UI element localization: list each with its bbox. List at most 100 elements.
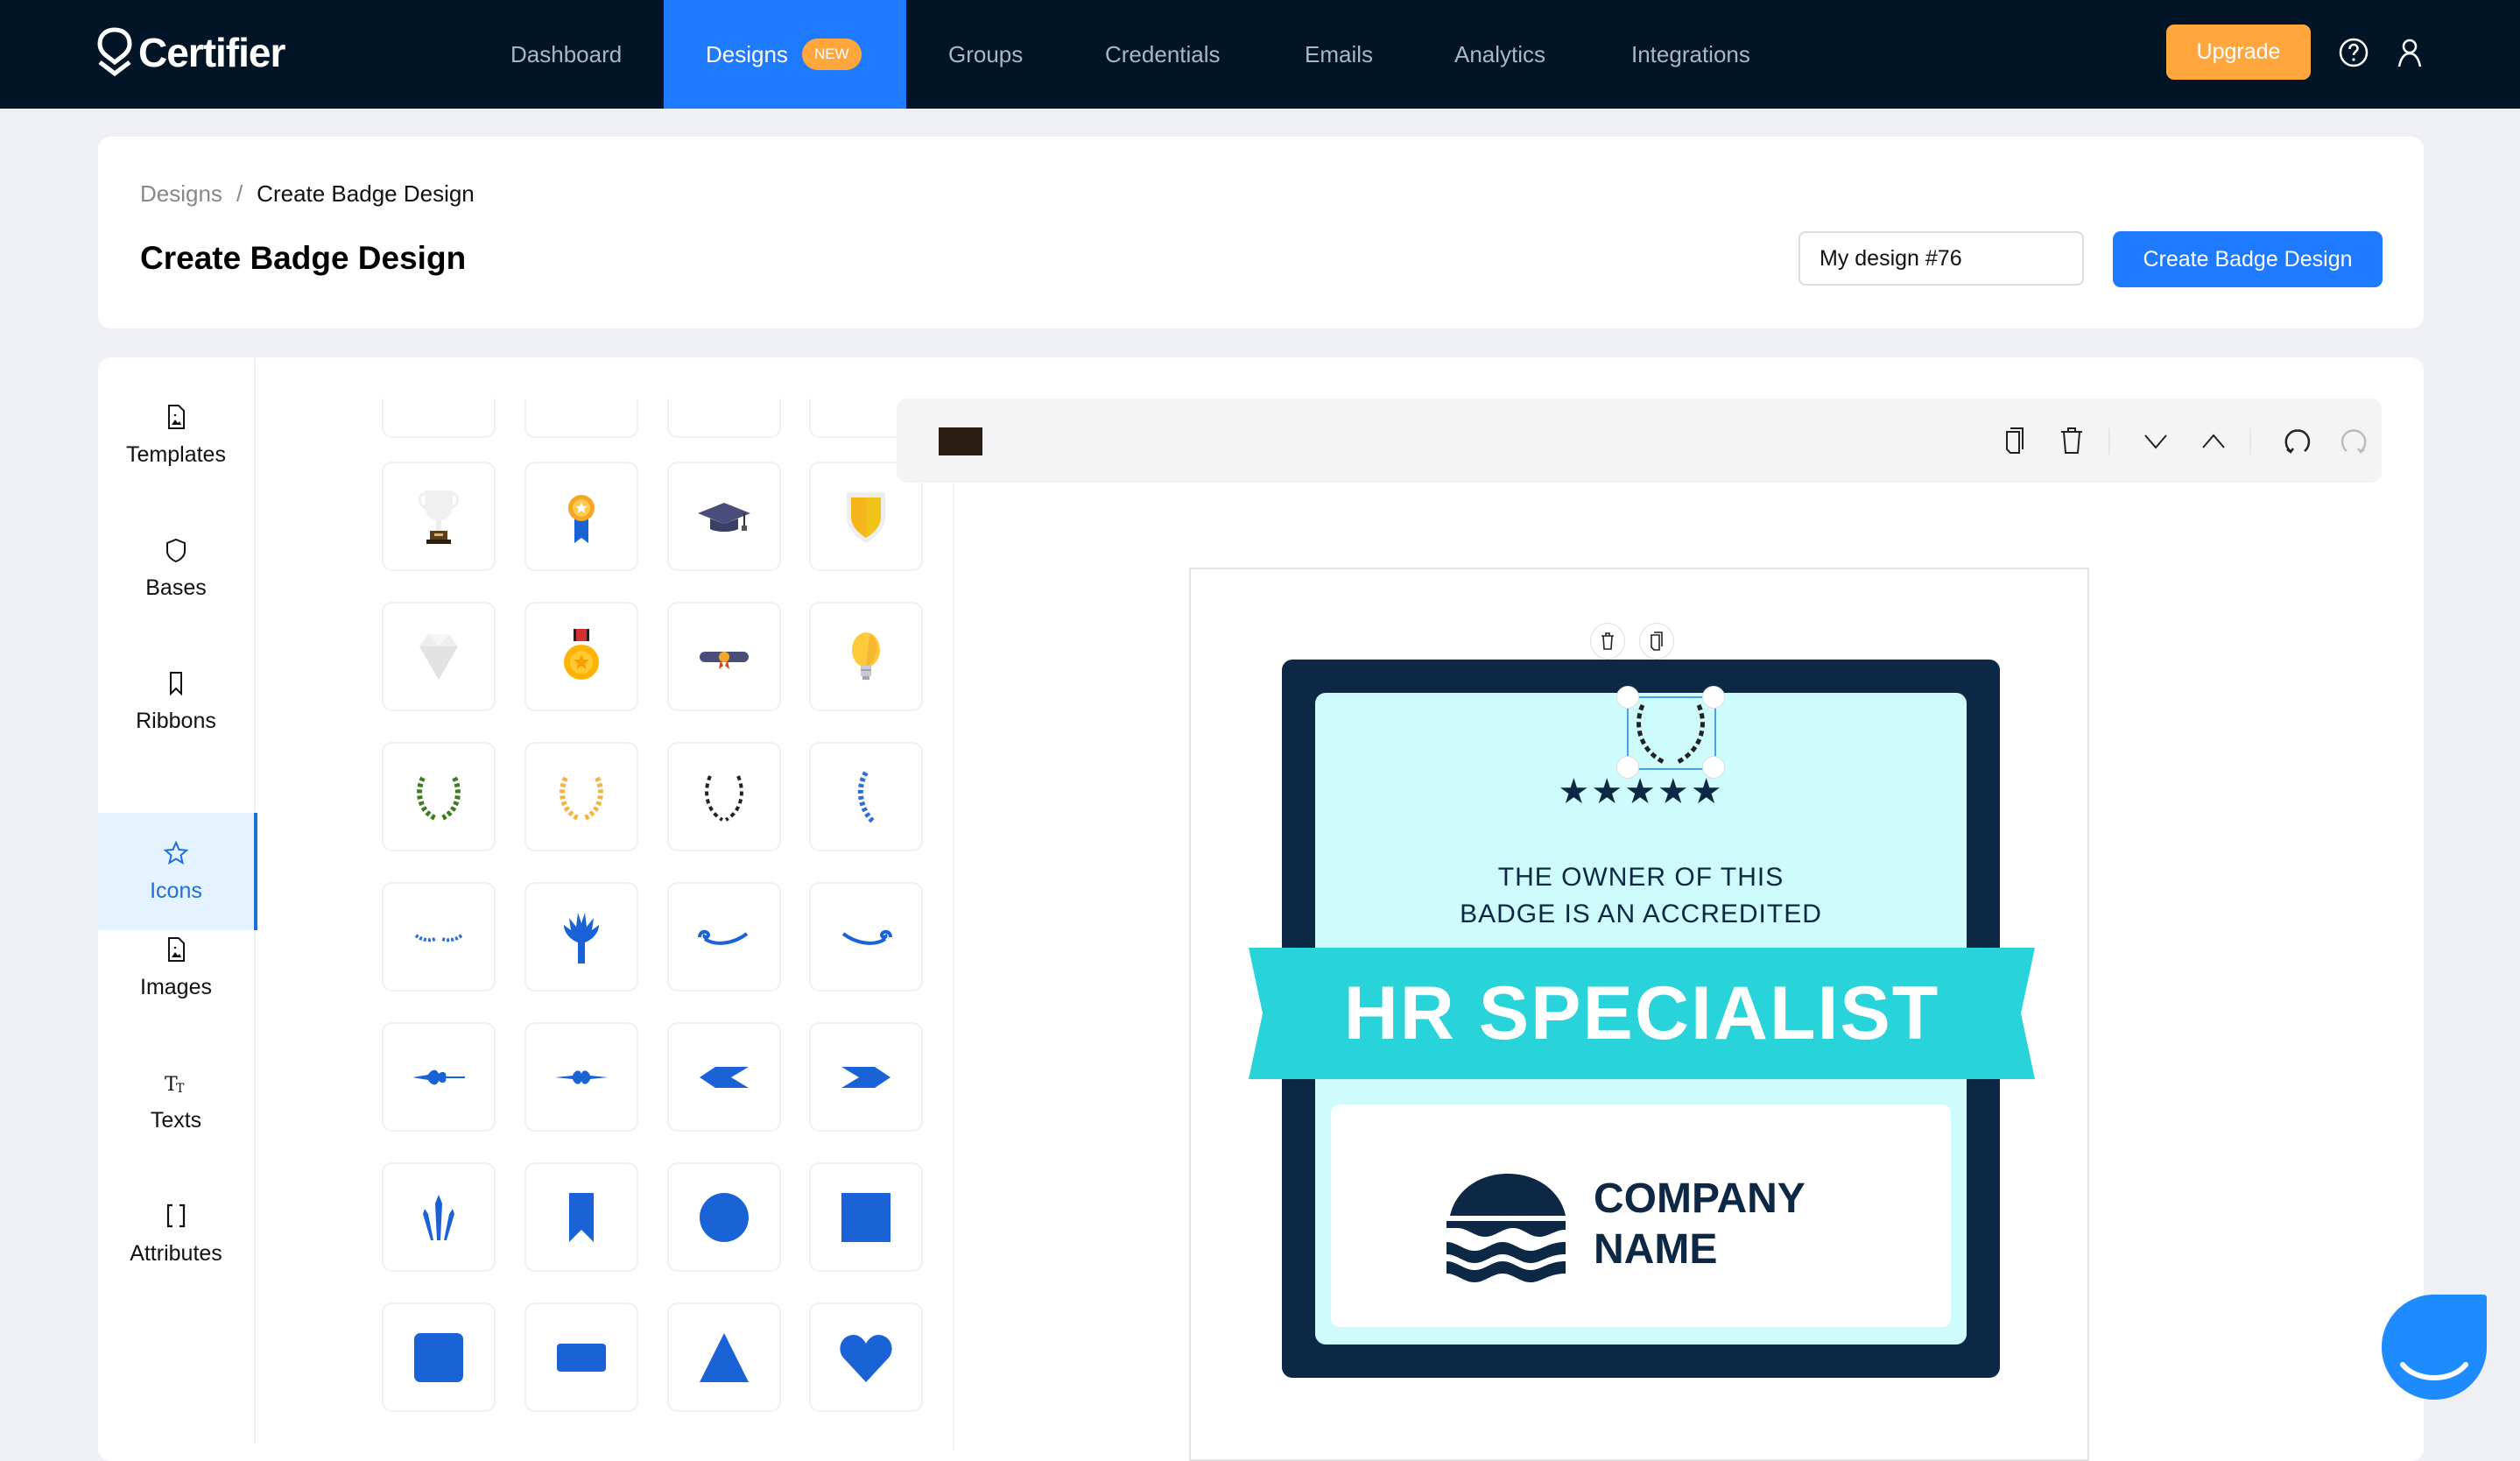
element-duplicate-button[interactable]: [1639, 623, 1674, 660]
company-name-element[interactable]: COMPANY NAME: [1594, 1174, 1806, 1275]
icon-tile-medal-star[interactable]: [524, 602, 638, 711]
company-logo-icon[interactable]: [1447, 1174, 1569, 1282]
sidebar-label: Templates: [126, 441, 226, 467]
resize-handle-top-right[interactable]: [1702, 686, 1725, 709]
star-icon: [163, 840, 189, 865]
icon-tile-fleur-divider[interactable]: [382, 1022, 496, 1132]
sidebar-item-bases[interactable]: Bases: [98, 510, 254, 627]
icon-tile-diploma-scroll[interactable]: [667, 602, 781, 711]
icon-tile-heart-shape[interactable]: [809, 1302, 923, 1412]
icon-tile-diamond[interactable]: [382, 602, 496, 711]
element-delete-button[interactable]: [1590, 623, 1625, 660]
icon-tile-swirl-right[interactable]: [809, 882, 923, 992]
owner-text-line2: BADGE IS AN ACCREDITED: [1460, 900, 1822, 928]
trophy-icon: [418, 490, 460, 544]
crown-spikes-icon: [423, 1194, 454, 1240]
nav-label: Credentials: [1105, 40, 1221, 67]
icon-tile-chevron-right-shape[interactable]: [809, 1022, 923, 1132]
chevron-down-icon[interactable]: [2140, 425, 2172, 456]
certifier-logo[interactable]: Certifier: [96, 26, 285, 79]
icon-tile-trophy[interactable]: [382, 462, 496, 571]
icon-tile-chevron-left-shape[interactable]: [667, 1022, 781, 1132]
nav-integrations[interactable]: Integrations: [1631, 0, 1750, 109]
user-icon[interactable]: [2394, 37, 2425, 68]
icon-tile-rounded-square-shape[interactable]: [382, 1302, 496, 1412]
nav-label: Integrations: [1631, 40, 1750, 67]
nav-label: Emails: [1305, 40, 1374, 67]
text-size-icon: TT: [165, 1074, 185, 1096]
sidebar-label: Ribbons: [136, 708, 216, 733]
selection-box: [1627, 696, 1716, 770]
shield-gold-icon: [847, 491, 885, 543]
shield-icon: [166, 538, 186, 562]
create-badge-design-button[interactable]: Create Badge Design: [2113, 231, 2383, 287]
nav-groups[interactable]: Groups: [948, 0, 1023, 109]
icon-tile-bookmark-shape[interactable]: [524, 1162, 638, 1272]
resize-handle-top-left[interactable]: [1616, 686, 1639, 709]
canvas-toolbar: [897, 399, 2382, 483]
square-shape-icon: [841, 1192, 890, 1242]
star-rating-element[interactable]: ★★★★★: [1315, 772, 1967, 812]
fan-ornament-icon: [564, 912, 599, 963]
icon-tile-rounded-rect-shape[interactable]: [524, 1302, 638, 1412]
page-title: Create Badge Design: [140, 240, 467, 276]
icon-tile-medal-ribbon[interactable]: [524, 462, 638, 571]
icon-tile[interactable]: [524, 399, 638, 438]
design-name-input[interactable]: [1798, 231, 2084, 286]
bookmark-icon: [170, 671, 182, 695]
toolbar-divider: [2249, 428, 2251, 455]
chevron-left-shape-icon: [700, 1066, 749, 1088]
chat-widget-button[interactable]: [2382, 1295, 2487, 1400]
owner-text-line1: THE OWNER OF THIS: [1497, 863, 1784, 892]
color-swatch[interactable]: [939, 427, 982, 455]
diamond-icon: [419, 633, 458, 680]
icon-tile-laurel-half-blue[interactable]: [809, 742, 923, 851]
certifier-logo-icon: [97, 27, 132, 77]
nav-designs[interactable]: Designs NEW: [664, 0, 906, 109]
new-badge: NEW: [801, 39, 862, 70]
help-circle-icon[interactable]: [2338, 37, 2369, 68]
sidebar-item-ribbons[interactable]: Ribbons: [98, 643, 254, 760]
duplicate-icon[interactable]: [2000, 425, 2031, 456]
redo-icon[interactable]: [2338, 425, 2369, 456]
icon-tile-square-shape[interactable]: [809, 1162, 923, 1272]
editor-sidebar: Templates Bases Ribbons Icons Images TT …: [98, 357, 257, 1443]
icon-tile-swirl-left[interactable]: [667, 882, 781, 992]
laurel-gold-icon: [560, 776, 603, 821]
icon-tile-fan-ornament[interactable]: [524, 882, 638, 992]
icon-tile-graduation-cap[interactable]: [667, 462, 781, 571]
upgrade-button[interactable]: Upgrade: [2166, 25, 2311, 80]
sidebar-item-images[interactable]: Images: [98, 909, 254, 1027]
icon-tile-laurel-gold[interactable]: [524, 742, 638, 851]
owner-text-element[interactable]: THE OWNER OF THIS BADGE IS AN ACCREDITED: [1315, 859, 1967, 933]
sidebar-item-texts[interactable]: TT Texts: [98, 1042, 254, 1160]
nav-label: Dashboard: [510, 40, 623, 67]
nav-analytics[interactable]: Analytics: [1454, 0, 1545, 109]
trash-icon[interactable]: [2056, 425, 2087, 456]
breadcrumb-designs[interactable]: Designs: [140, 180, 222, 207]
icon-tile-laurel-black[interactable]: [667, 742, 781, 851]
icon-tile-fleur-divider-alt[interactable]: [524, 1022, 638, 1132]
badge-artboard[interactable]: ★★★★★ THE OWNER OF THIS BADGE IS AN ACCR…: [1189, 568, 2089, 1461]
nav-credentials[interactable]: Credentials: [1105, 0, 1221, 109]
heart-shape-icon: [840, 1334, 892, 1382]
medal-ribbon-icon: [568, 494, 595, 543]
breadcrumb-current: Create Badge Design: [257, 180, 475, 207]
nav-dashboard[interactable]: Dashboard: [510, 0, 622, 109]
icon-tile-crown-spikes[interactable]: [382, 1162, 496, 1272]
icon-tile-laurel-small-blue[interactable]: [382, 882, 496, 992]
nav-label: Analytics: [1454, 40, 1546, 67]
icon-tile[interactable]: [667, 399, 781, 438]
nav-emails[interactable]: Emails: [1305, 0, 1373, 109]
icon-tile-circle-shape[interactable]: [667, 1162, 781, 1272]
fleur-divider-icon: [412, 1069, 465, 1084]
sidebar-item-attributes[interactable]: Attributes: [98, 1175, 254, 1293]
icon-tile-triangle-shape[interactable]: [667, 1302, 781, 1412]
sidebar-item-templates[interactable]: Templates: [98, 377, 254, 494]
badge-title-text[interactable]: HR SPECIALIST: [1243, 946, 2040, 1081]
icon-tile-laurel-green[interactable]: [382, 742, 496, 851]
icon-tile-lightbulb[interactable]: [809, 602, 923, 711]
undo-icon[interactable]: [2282, 425, 2313, 456]
chevron-up-icon[interactable]: [2198, 425, 2229, 456]
icon-tile[interactable]: [382, 399, 496, 438]
